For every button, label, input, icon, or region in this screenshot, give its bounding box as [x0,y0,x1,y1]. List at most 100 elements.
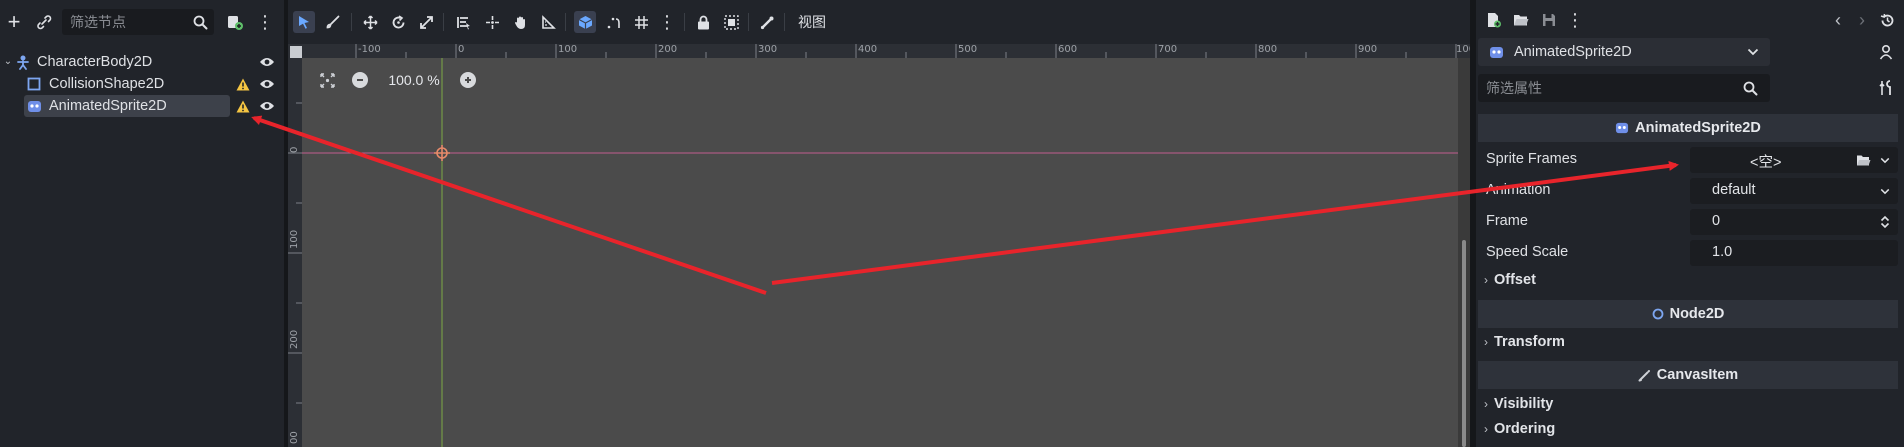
node-config-icon[interactable] [1878,43,1896,61]
scale-mode-button[interactable] [415,11,437,33]
property-value: 1.0 [1712,244,1733,260]
save-resource-icon[interactable] [1540,11,1558,29]
skeleton-icon[interactable] [756,11,778,33]
section-title: Node2D [1669,306,1725,322]
warning-icon[interactable] [235,76,251,92]
list-select-button[interactable] [452,11,474,33]
property-tools-icon[interactable] [1878,79,1896,97]
object-selector[interactable]: AnimatedSprite2D [1478,38,1770,66]
instantiate-scene-icon[interactable] [225,12,245,32]
rotate-mode-button[interactable] [387,11,409,33]
ruler-tick-label: 100 [289,229,300,249]
property-sprite-frames: Sprite Frames <空> [1478,145,1898,173]
animation-dropdown[interactable]: default [1690,178,1898,204]
property-label: Animation [1486,182,1551,198]
tree-item-characterbody2d[interactable]: ⌄ CharacterBody2D [0,51,284,73]
history-back-icon[interactable]: ‹ [1830,11,1846,29]
speed-scale-field[interactable]: 1.0 [1690,240,1898,266]
ruler-tick-label: 300 [758,44,778,55]
node-filter-input[interactable] [62,9,180,35]
chevron-down-icon [1746,45,1760,59]
group-offset[interactable]: › Offset [1484,272,1536,288]
snap-options-button[interactable] [602,11,624,33]
pan-mode-button[interactable] [509,11,531,33]
more-options-icon[interactable]: ⋮ [255,12,275,32]
select-mode-button[interactable] [293,11,315,33]
lock-icon[interactable] [692,11,714,33]
scene-toolbar: + ⋮ [0,0,284,44]
group-label: Ordering [1494,421,1556,437]
section-header-node2d[interactable]: Node2D [1478,300,1898,328]
history-forward-icon[interactable]: › [1854,11,1870,29]
sprite-frames-resource-picker[interactable]: <空> [1690,147,1898,173]
grid-snap-button[interactable] [630,11,652,33]
scene-tree-panel: + ⋮ ⌄ CharacterBody2D CollisionShape2D [0,0,284,447]
tree-item-label: CollisionShape2D [49,76,165,92]
tree-item-collisionshape2d[interactable]: CollisionShape2D [0,73,284,95]
zoom-out-button[interactable] [352,72,368,88]
chevron-right-icon: › [1484,335,1488,349]
new-resource-icon[interactable] [1484,11,1502,29]
ruler-tick-label: 800 [1258,44,1278,55]
spin-arrows-icon[interactable] [1878,214,1892,230]
property-value: default [1712,182,1756,198]
viewport-vertical-scrollbar[interactable] [1458,58,1470,447]
property-label: Sprite Frames [1486,151,1578,167]
pivot-mode-button[interactable] [481,11,503,33]
center-view-icon[interactable] [318,71,336,89]
property-speed-scale: Speed Scale 1.0 [1478,238,1898,266]
add-node-icon[interactable]: + [4,11,24,33]
node2d-icon [1652,308,1664,320]
load-resource-icon[interactable] [1854,152,1872,168]
viewport-canvas[interactable] [302,58,1470,447]
zoom-in-button[interactable] [460,72,476,88]
link-icon[interactable] [34,12,54,32]
collisionshape2d-icon [26,76,42,92]
property-animation: Animation default [1478,176,1898,204]
ruler-tick-label: -100 [358,44,381,55]
ruler-horizontal: -100 0 100 200 300 400 500 600 700 800 9… [288,44,1475,58]
section-header-animatedsprite2d[interactable]: AnimatedSprite2D [1478,114,1898,142]
property-label: Speed Scale [1486,244,1569,260]
warning-icon[interactable] [235,98,251,114]
history-icon[interactable] [1878,11,1896,29]
tree-item-animatedsprite2d[interactable]: AnimatedSprite2D [0,95,284,117]
group-transform[interactable]: › Transform [1484,334,1565,350]
section-header-canvasitem[interactable]: CanvasItem [1478,361,1898,389]
group-icon[interactable] [720,11,742,33]
zoom-level[interactable]: 100.0 % [380,72,448,88]
chevron-down-icon[interactable] [1878,154,1892,166]
tree-item-label: CharacterBody2D [37,54,153,70]
node-filter[interactable] [62,9,214,35]
ruler-mode-button[interactable] [537,11,559,33]
section-title: AnimatedSprite2D [1635,120,1761,136]
visibility-eye-icon[interactable] [258,76,276,92]
animatedsprite2d-icon [1488,44,1504,60]
view-menu[interactable]: 视图 [792,11,832,33]
move-mode-button[interactable] [359,11,381,33]
open-resource-icon[interactable] [1512,11,1530,29]
inspector-more-icon[interactable]: ⋮ [1566,11,1584,29]
scrollbar-thumb[interactable] [1462,240,1466,447]
visibility-eye-icon[interactable] [258,98,276,114]
chevron-right-icon: › [1484,397,1488,411]
ruler-tick-label: 200 [658,44,678,55]
visibility-eye-icon[interactable] [258,54,276,70]
property-filter[interactable] [1478,74,1770,102]
object-selector-label: AnimatedSprite2D [1514,44,1632,60]
snap-more-icon[interactable]: ⋮ [656,11,678,33]
search-icon [192,14,208,30]
viewport-axes [302,58,1458,447]
characterbody2d-icon [14,53,32,71]
inspector-panel: ⋮ ‹ › AnimatedSprite2D AnimatedSprite2D … [1476,0,1904,447]
group-ordering[interactable]: › Ordering [1484,421,1555,437]
ruler-tick-label: 900 [1358,44,1378,55]
origin-gizmo-icon [434,145,450,161]
chevron-down-icon[interactable]: ⌄ [2,55,14,69]
ruler-tick-label: 500 [958,44,978,55]
frame-spinbox[interactable]: 0 [1690,209,1898,235]
property-filter-input[interactable] [1478,74,1728,102]
group-visibility[interactable]: › Visibility [1484,396,1553,412]
smart-snap-button[interactable] [574,11,596,33]
paint-mode-button[interactable] [322,11,344,33]
